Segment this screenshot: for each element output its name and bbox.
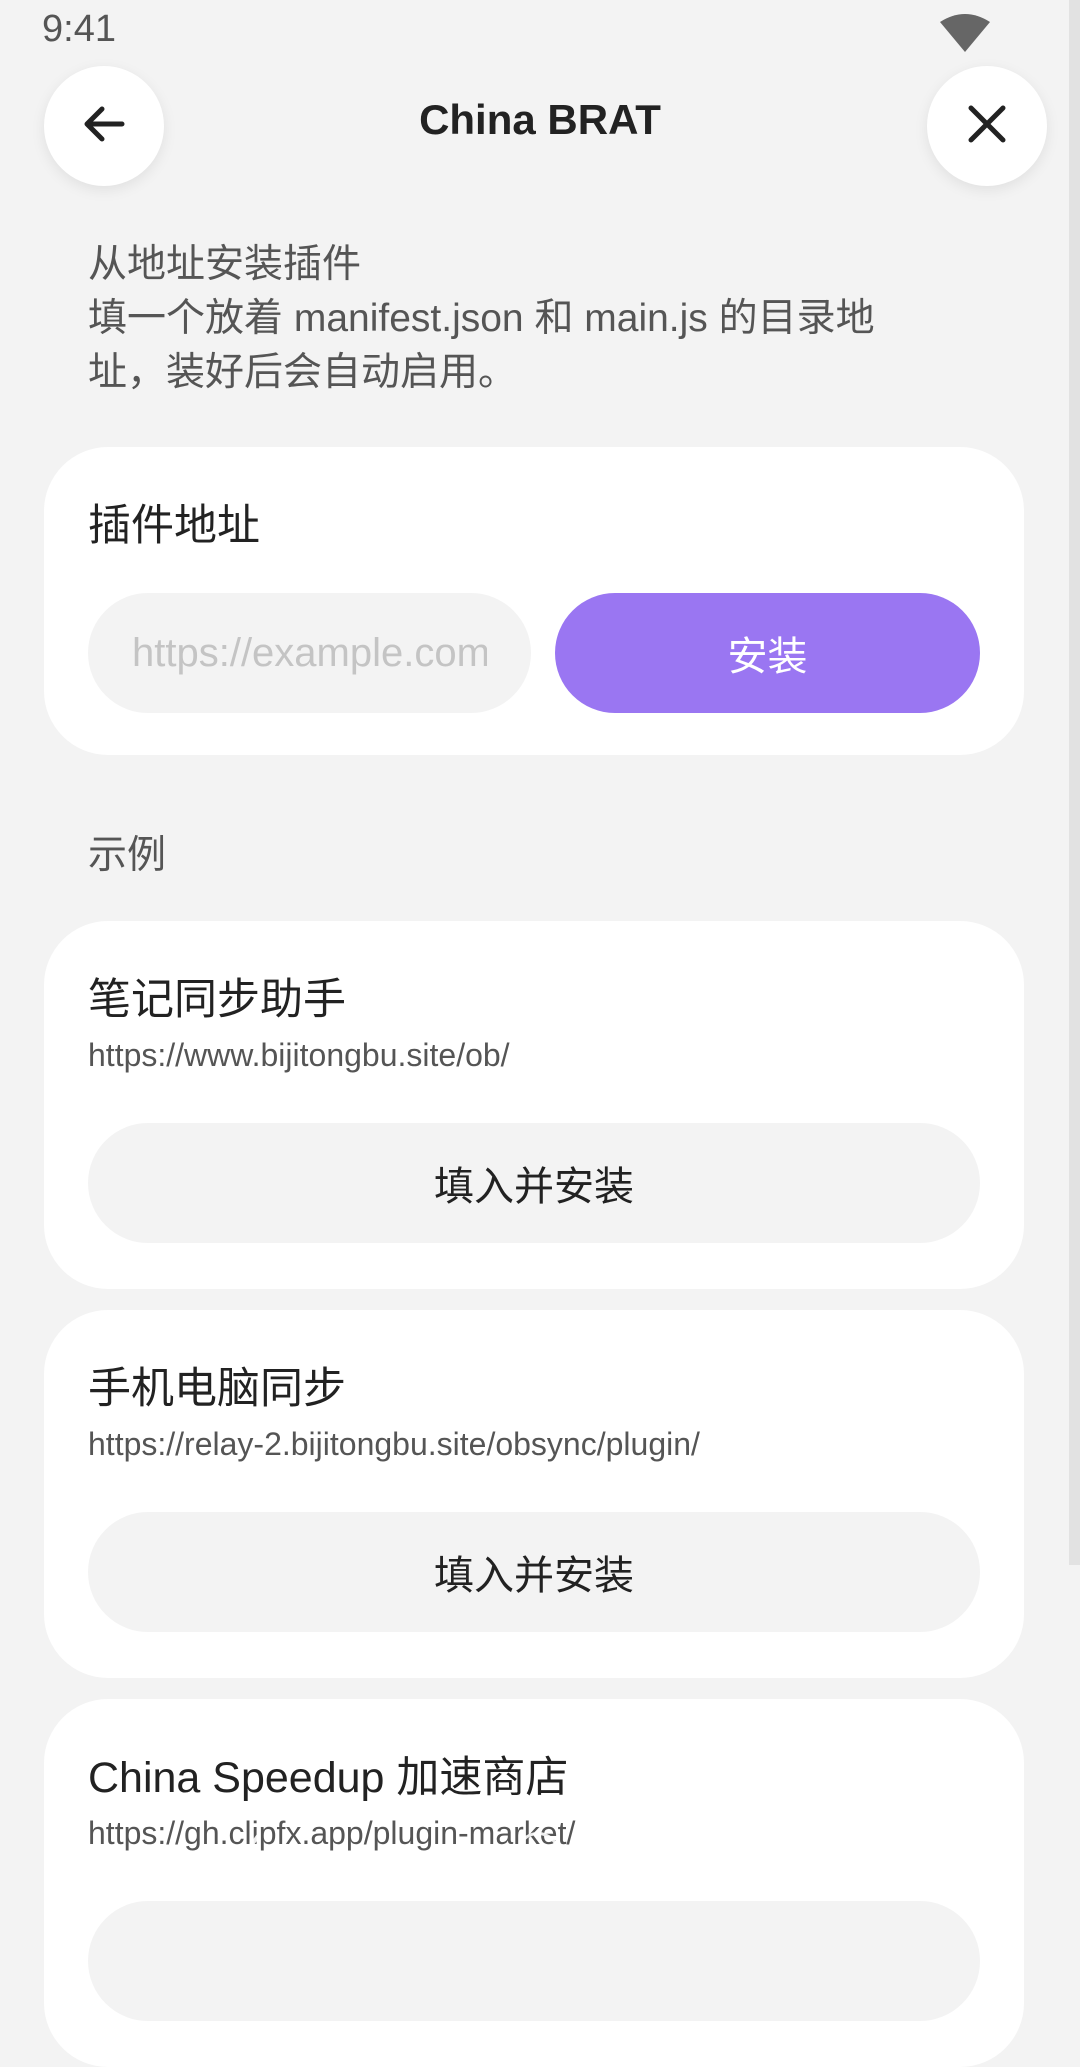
description-heading: 从地址安装插件: [88, 243, 362, 286]
description-text-line: 址，装好后会自动启用。: [88, 351, 518, 394]
navigation-bar: [0, 1810, 1080, 1920]
plugin-url-input[interactable]: [88, 593, 531, 713]
example-url: https://www.bijitongbu.site/ob/: [88, 1037, 510, 1073]
example-card: 手机电脑同步 https://relay-2.bijitongbu.site/o…: [44, 1310, 1024, 1678]
nav-recents-icon[interactable]: [829, 1832, 871, 1874]
example-title: 笔记同步助手: [88, 976, 346, 1024]
fill-and-install-button[interactable]: 填入并安装: [88, 1123, 980, 1243]
scrollbar[interactable]: [1069, 0, 1080, 1565]
close-icon: [965, 102, 1009, 151]
nav-home-icon[interactable]: [516, 1832, 560, 1876]
example-title: 手机电脑同步: [88, 1365, 346, 1413]
description-text-line: 填一个放着 manifest.json 和 main.js 的目录地: [88, 297, 875, 340]
install-card: 插件地址 安装: [44, 447, 1024, 755]
example-url: https://relay-2.bijitongbu.site/obsync/p…: [88, 1426, 700, 1462]
status-time: 9:41: [42, 8, 116, 50]
status-bar: 9:41: [0, 0, 1080, 62]
page-description: 从地址安装插件 填一个放着 manifest.json 和 main.js 的目…: [88, 238, 948, 400]
nav-back-icon[interactable]: [220, 1830, 270, 1880]
close-button[interactable]: [927, 66, 1047, 186]
install-button[interactable]: 安装: [555, 593, 980, 713]
fill-and-install-button[interactable]: 填入并安装: [88, 1512, 980, 1632]
example-title: China Speedup 加速商店: [88, 1754, 569, 1802]
plugin-url-label: 插件地址: [88, 502, 260, 550]
wifi-icon: [940, 14, 990, 52]
example-card: 笔记同步助手 https://www.bijitongbu.site/ob/ 填…: [44, 921, 1024, 1289]
examples-section-label: 示例: [88, 834, 167, 877]
page-title: China BRAT: [419, 96, 661, 143]
